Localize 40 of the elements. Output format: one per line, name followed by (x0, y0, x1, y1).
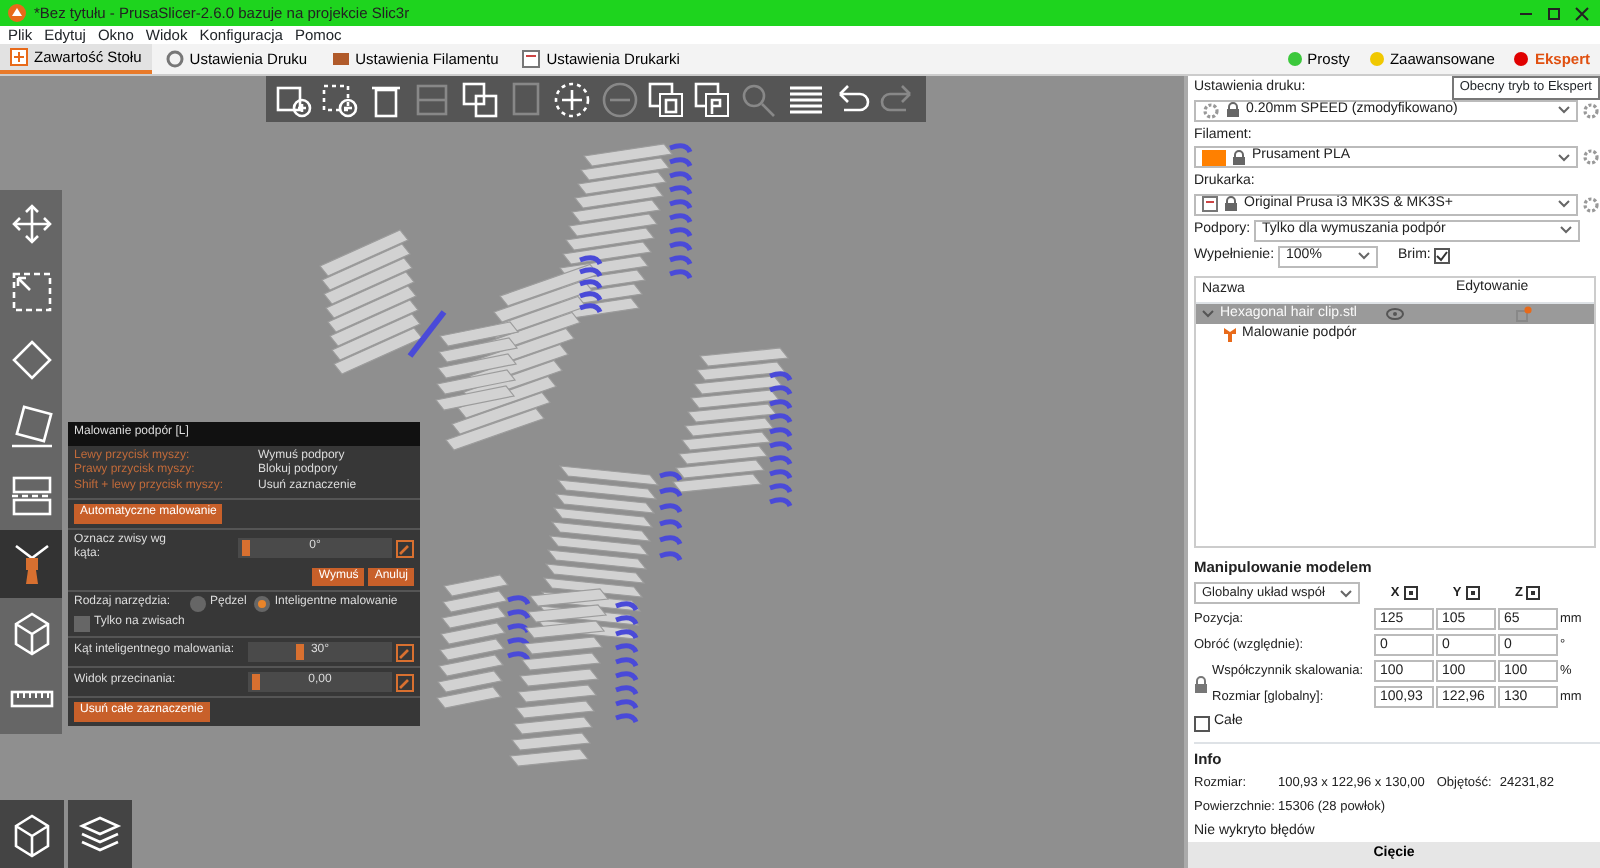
radio-button[interactable] (190, 596, 206, 612)
caret-icon (1358, 252, 1371, 260)
comb-drawing (435, 574, 531, 709)
slider-thumb[interactable] (252, 674, 261, 690)
printer-icon (1202, 196, 1218, 212)
add-instance-icon[interactable] (552, 79, 593, 119)
caret-icon (1340, 589, 1352, 598)
slider-thumb[interactable] (295, 644, 304, 660)
color-swatch (1202, 149, 1226, 165)
eye-icon (1386, 308, 1404, 320)
radio-button[interactable] (254, 596, 271, 612)
close-icon[interactable] (1572, 5, 1592, 21)
lock-icon (1226, 102, 1240, 118)
status-dot (1287, 52, 1302, 66)
3d-view-icon[interactable] (0, 800, 64, 868)
status-dot (1514, 52, 1529, 66)
checkbox[interactable] (74, 616, 90, 632)
split-parts-icon[interactable] (692, 79, 733, 119)
caret-icon (1558, 153, 1570, 161)
delete-icon[interactable] (319, 79, 360, 119)
checkbox[interactable] (1194, 715, 1210, 732)
chevron-icon (1202, 310, 1214, 318)
lock-icon[interactable] (1194, 675, 1210, 694)
lock-icon (1224, 196, 1238, 212)
status-dot (1369, 52, 1384, 66)
brush-icon (1224, 327, 1236, 341)
caret-icon (1558, 106, 1570, 114)
split-objects-icon[interactable] (645, 79, 686, 119)
printer-icon (522, 50, 541, 68)
brush-icon[interactable] (0, 530, 62, 598)
checkbox[interactable] (1434, 248, 1451, 264)
app-logo-icon (8, 4, 26, 22)
caret-icon (1560, 226, 1572, 234)
layers-preview-icon[interactable] (68, 800, 132, 868)
maximize-icon[interactable] (1544, 5, 1564, 21)
copy-icon[interactable] (459, 79, 500, 119)
caret-icon (1558, 200, 1570, 208)
slider-thumb[interactable] (242, 540, 251, 556)
lock-icon (1232, 149, 1246, 165)
plate-icon (10, 48, 28, 66)
